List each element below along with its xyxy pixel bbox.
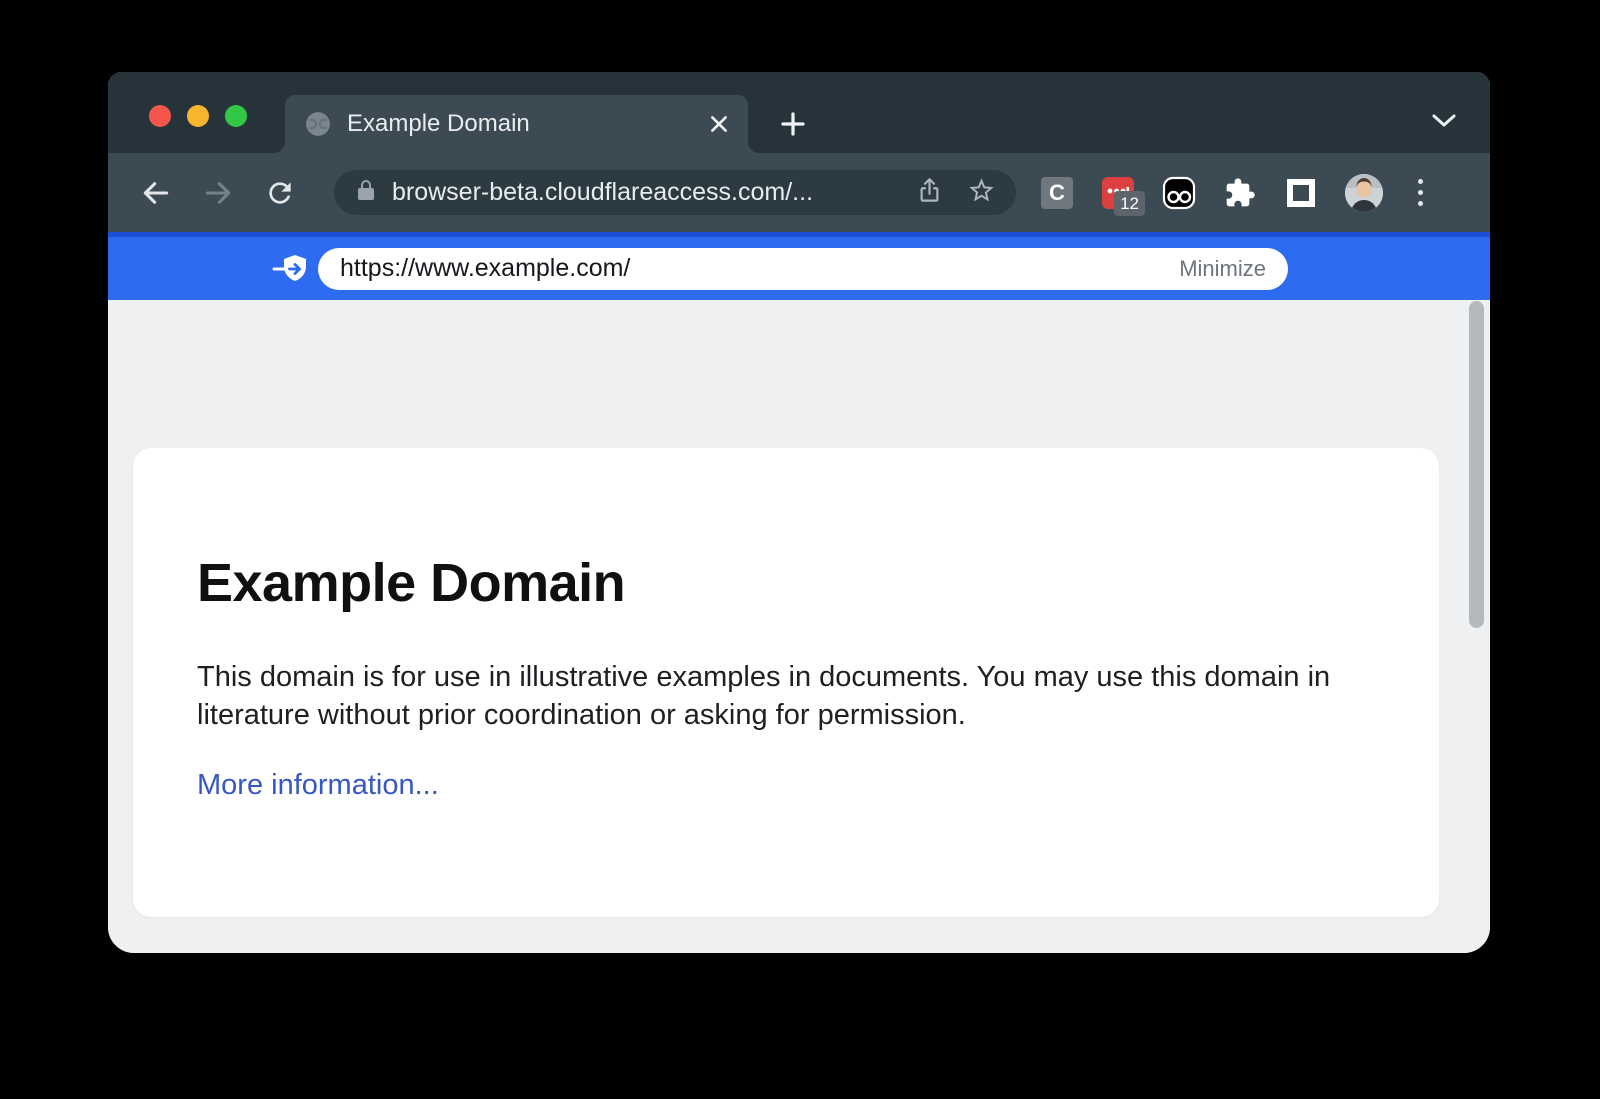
- page-title: Example Domain: [197, 552, 1375, 614]
- isolated-url-input[interactable]: https://www.example.com/ Minimize: [318, 248, 1288, 290]
- extension-c-icon[interactable]: C: [1040, 176, 1074, 210]
- address-bar[interactable]: browser-beta.cloudflareaccess.com/...: [334, 170, 1016, 215]
- close-window-button[interactable]: [149, 105, 171, 127]
- isolated-url-value: https://www.example.com/: [340, 254, 630, 283]
- content-card: Example Domain This domain is for use in…: [133, 448, 1439, 917]
- tab-favicon-globe-icon: [305, 111, 331, 137]
- page-viewport: Example Domain This domain is for use in…: [108, 300, 1490, 953]
- isolation-bar: https://www.example.com/ Minimize: [108, 232, 1490, 300]
- tab-strip: Example Domain: [108, 72, 1490, 153]
- side-panel-icon[interactable]: [1284, 176, 1318, 210]
- scrollbar-thumb[interactable]: [1469, 301, 1484, 628]
- reload-button[interactable]: [258, 171, 302, 215]
- new-tab-button[interactable]: [772, 103, 814, 145]
- forward-button[interactable]: [196, 171, 240, 215]
- back-button[interactable]: [134, 171, 178, 215]
- address-bar-url: browser-beta.cloudflareaccess.com/...: [392, 178, 916, 207]
- more-information-link[interactable]: More information...: [197, 769, 439, 802]
- tab-close-icon[interactable]: [706, 111, 732, 137]
- tab-title: Example Domain: [347, 110, 706, 138]
- tab-search-chevron-icon[interactable]: [1430, 112, 1458, 130]
- isolation-shield-icon: [272, 254, 308, 284]
- window-controls: [149, 105, 247, 127]
- extension-badge: 12: [1114, 191, 1145, 216]
- page-paragraph: This domain is for use in illustrative e…: [197, 658, 1347, 735]
- toolbar: browser-beta.cloudflareaccess.com/...: [108, 153, 1490, 232]
- minimize-window-button[interactable]: [187, 105, 209, 127]
- screenshot-canvas: Example Domain: [0, 0, 1600, 1099]
- bookmark-star-icon[interactable]: [967, 176, 996, 210]
- share-icon[interactable]: [916, 177, 943, 209]
- zoom-window-button[interactable]: [225, 105, 247, 127]
- profile-avatar[interactable]: [1345, 174, 1383, 212]
- lock-icon[interactable]: [354, 178, 378, 207]
- camera-extension-icon[interactable]: [1162, 176, 1196, 210]
- extensions-row: C 12: [1040, 174, 1430, 212]
- browser-tab[interactable]: Example Domain: [285, 95, 748, 153]
- browser-menu-icon[interactable]: [1410, 176, 1430, 210]
- extensions-puzzle-icon[interactable]: [1223, 176, 1257, 210]
- password-manager-extension-icon[interactable]: 12: [1101, 176, 1135, 210]
- minimize-button[interactable]: Minimize: [1179, 256, 1266, 282]
- browser-window: Example Domain: [108, 72, 1490, 953]
